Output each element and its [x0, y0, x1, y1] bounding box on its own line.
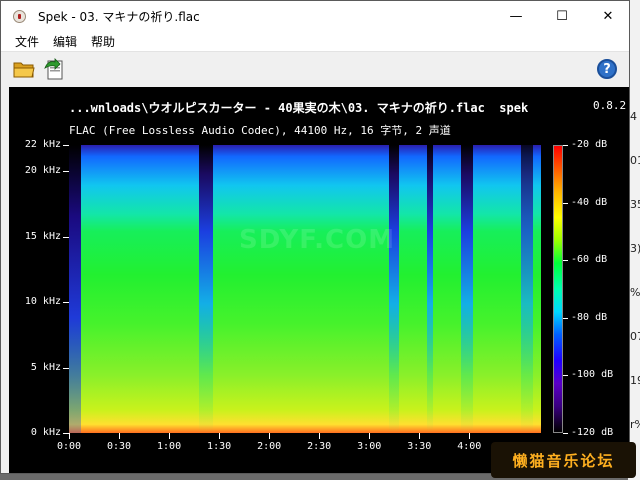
db-scale-label: -60 dB — [571, 254, 608, 266]
site-badge-text: 懒猫音乐论坛 — [512, 451, 615, 470]
folder-open-icon[interactable] — [13, 60, 35, 78]
db-scale-tick — [563, 375, 568, 377]
background-text-fragment: 3) — [630, 242, 640, 255]
x-axis-label: 3:00 — [357, 441, 382, 452]
x-axis-label: 1:00 — [157, 441, 182, 452]
x-axis-label: 1:30 — [207, 441, 232, 452]
background-text-fragment: % — [630, 286, 640, 299]
y-axis-label: 0 kHz — [30, 427, 61, 438]
maximize-button[interactable]: ☐ — [539, 1, 585, 31]
x-axis-tick — [119, 433, 121, 439]
spectrogram-intro-fade — [69, 145, 81, 433]
x-axis-label: 2:00 — [257, 441, 282, 452]
save-export-icon[interactable] — [43, 58, 65, 80]
menu-bar: 文件 编辑 帮助 — [1, 31, 629, 52]
background-text-fragment: 4 — [630, 110, 637, 123]
background-text-fragment: r% — [630, 418, 640, 431]
menu-help[interactable]: 帮助 — [91, 33, 115, 50]
minimize-button[interactable]: — — [493, 1, 539, 31]
title-bar[interactable]: Spek - 03. マキナの祈り.flac — ☐ ✕ — [1, 1, 629, 31]
background-text-fragment: 07 — [630, 330, 640, 343]
y-axis-tick — [63, 367, 69, 369]
x-axis-tick — [319, 433, 321, 439]
file-path-label: ...wnloads\ウオルピスカーター - 40果実の木\03. マキナの祈り… — [69, 101, 529, 115]
toolbar: ? — [1, 52, 629, 86]
x-axis-tick — [419, 433, 421, 439]
menu-file[interactable]: 文件 — [15, 33, 39, 50]
db-scale-label: -20 dB — [571, 139, 608, 150]
app-name-label: spek — [499, 101, 529, 115]
x-axis-label: 0:00 — [56, 441, 82, 452]
x-axis-label: 0:30 — [106, 441, 132, 452]
y-axis-label: 5 kHz — [30, 361, 61, 373]
x-axis-label: 3:30 — [407, 441, 432, 452]
help-icon[interactable]: ? — [597, 59, 617, 79]
spectrogram-quiet-band — [461, 145, 473, 433]
x-axis-tick — [169, 433, 171, 439]
spek-window: Spek - 03. マキナの祈り.flac — ☐ ✕ 文件 编辑 帮助 ? … — [0, 0, 630, 474]
y-axis-label: 10 kHz — [24, 296, 61, 308]
y-axis-tick — [63, 302, 69, 304]
menu-edit[interactable]: 编辑 — [53, 33, 77, 50]
db-scale-label: -100 dB — [571, 369, 614, 381]
background-text-fragment: 01 — [630, 154, 640, 167]
db-scale-tick — [563, 145, 568, 146]
spectrogram-image: SDYF.COM — [69, 145, 541, 433]
window-title: Spek - 03. マキナの祈り.flac — [38, 10, 200, 24]
x-axis-tick — [269, 433, 271, 439]
y-axis-tick — [63, 171, 69, 173]
spectrogram-quiet-band — [389, 145, 399, 433]
background-text-fragment: 19 — [630, 374, 640, 387]
spectrogram-quiet-band — [521, 145, 533, 433]
db-scale-tick — [563, 433, 568, 434]
site-badge: 懒猫音乐论坛 — [491, 442, 636, 478]
spectrogram-quiet-band — [199, 145, 213, 433]
x-axis-tick — [469, 433, 471, 439]
watermark-text: SDYF.COM — [239, 225, 396, 255]
db-scale-tick — [563, 202, 568, 204]
db-scale-tick — [563, 260, 568, 262]
version-label: 0.8.2 — [593, 99, 627, 112]
spectrogram-quiet-band — [427, 145, 433, 433]
spek-app-icon — [13, 10, 26, 23]
x-axis-tick — [369, 433, 371, 439]
y-axis-tick — [63, 236, 69, 238]
y-axis-label: 22 kHz — [24, 139, 61, 150]
spectrogram-panel: ...wnloads\ウオルピスカーター - 40果実の木\03. マキナの祈り… — [9, 87, 629, 473]
db-scale-label: -40 dB — [571, 196, 608, 208]
db-scale-tick — [563, 317, 568, 319]
db-colorbar — [553, 145, 563, 433]
y-axis-label: 20 kHz — [24, 165, 61, 177]
db-scale-label: -120 dB — [571, 427, 614, 438]
background-text-fragment: 35 — [630, 198, 640, 211]
x-axis-tick — [219, 433, 221, 439]
audio-info-label: FLAC (Free Lossless Audio Codec), 44100 … — [69, 124, 451, 137]
x-axis-tick — [69, 433, 70, 439]
x-axis-label: 4:00 — [457, 441, 482, 452]
y-axis-tick — [63, 145, 69, 146]
db-scale-label: -80 dB — [571, 311, 608, 323]
y-axis-label: 15 kHz — [24, 230, 61, 242]
x-axis-label: 2:30 — [307, 441, 332, 452]
close-button[interactable]: ✕ — [585, 1, 629, 31]
